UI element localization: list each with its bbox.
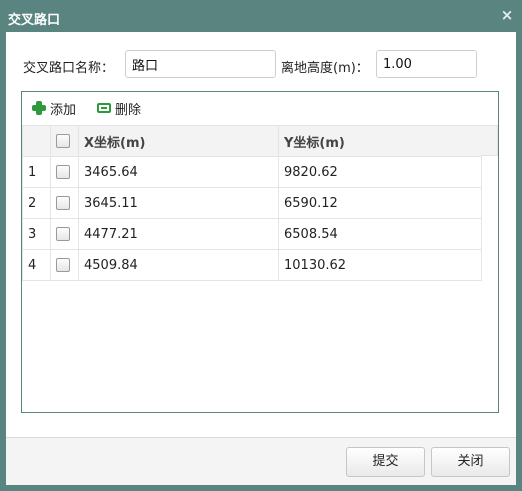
delete-button[interactable]: 删除: [97, 100, 142, 118]
row-checkbox[interactable]: [56, 196, 70, 210]
coordinate-grid: 添加 删除 X坐标(m) Y坐标(m) 1 3465.64 9820.62 2 …: [21, 91, 499, 413]
close-icon[interactable]: ×: [500, 7, 514, 23]
row-number: 1: [22, 156, 51, 188]
row-checkbox[interactable]: [56, 227, 70, 241]
table-row[interactable]: 4 4509.84 10130.62: [22, 249, 482, 281]
select-all-cell: [50, 125, 79, 157]
row-checkbox-cell: [50, 249, 79, 281]
column-header-x[interactable]: X坐标(m): [78, 125, 279, 157]
y-coordinate-cell[interactable]: 6590.12: [278, 187, 482, 219]
row-checkbox-cell: [50, 218, 79, 250]
plus-icon: [32, 101, 46, 115]
add-button[interactable]: 添加: [32, 100, 77, 118]
height-label: 离地高度(m)：: [281, 61, 369, 76]
row-checkbox-cell: [50, 156, 79, 188]
dialog-title: 交叉路口: [8, 13, 61, 28]
y-coordinate-cell[interactable]: 6508.54: [278, 218, 482, 250]
coordinate-table: X坐标(m) Y坐标(m) 1 3465.64 9820.62 2 3645.1: [22, 125, 482, 281]
y-coordinate-cell[interactable]: 10130.62: [278, 249, 482, 281]
dialog-titlebar[interactable]: 交叉路口 ×: [0, 0, 522, 32]
x-coordinate-cell[interactable]: 3645.11: [78, 187, 279, 219]
column-header-y[interactable]: Y坐标(m): [278, 125, 482, 157]
intersection-name-label: 交叉路口名称：: [23, 61, 115, 76]
row-number: 2: [22, 187, 51, 219]
table-row[interactable]: 2 3645.11 6590.12: [22, 187, 482, 219]
dialog-body: 交叉路口名称： 离地高度(m)： 添加 删除: [6, 32, 516, 437]
minus-icon: [97, 103, 111, 113]
table-header-row: X坐标(m) Y坐标(m): [22, 125, 482, 157]
height-input[interactable]: [376, 50, 477, 78]
submit-button[interactable]: 提交: [346, 447, 425, 477]
x-coordinate-cell[interactable]: 3465.64: [78, 156, 279, 188]
close-button[interactable]: 关闭: [431, 447, 510, 477]
row-checkbox-cell: [50, 187, 79, 219]
row-checkbox[interactable]: [56, 258, 70, 272]
row-number: 3: [22, 218, 51, 250]
intersection-dialog: 交叉路口 × 交叉路口名称： 离地高度(m)： 添加 删除: [0, 0, 522, 491]
table-row[interactable]: 1 3465.64 9820.62: [22, 156, 482, 188]
add-button-label: 添加: [50, 102, 77, 118]
row-number: 4: [22, 249, 51, 281]
y-coordinate-cell[interactable]: 9820.62: [278, 156, 482, 188]
x-coordinate-cell[interactable]: 4509.84: [78, 249, 279, 281]
scrollbar-header-spacer: [481, 125, 498, 156]
select-all-checkbox[interactable]: [56, 134, 70, 148]
delete-button-label: 删除: [115, 102, 142, 118]
intersection-name-input[interactable]: [125, 50, 276, 78]
dialog-footer: 提交 关闭: [6, 437, 516, 485]
x-coordinate-cell[interactable]: 4477.21: [78, 218, 279, 250]
row-number-header: [22, 125, 51, 157]
table-row[interactable]: 3 4477.21 6508.54: [22, 218, 482, 250]
row-checkbox[interactable]: [56, 165, 70, 179]
grid-toolbar: 添加 删除: [22, 92, 498, 124]
